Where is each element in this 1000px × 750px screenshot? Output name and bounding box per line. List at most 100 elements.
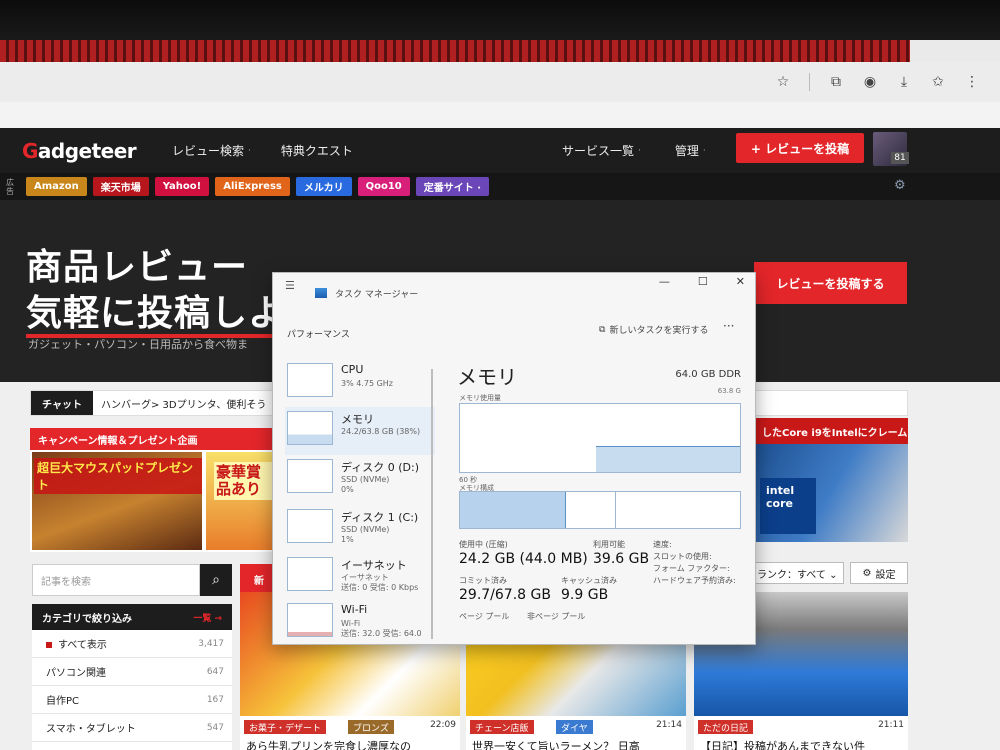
tab-new[interactable]: 新 bbox=[240, 564, 276, 594]
memory-composition-graph bbox=[459, 491, 741, 529]
post-review-button[interactable]: + レビューを投稿 bbox=[736, 133, 864, 163]
perf-item-wifi[interactable]: Wi-Fi Wi-Fi 送信: 32.0 受信: 64.0 bbox=[285, 599, 435, 647]
memory-thumbnail-graph bbox=[287, 411, 333, 445]
run-new-task-button[interactable]: ⧉ 新しいタスクを実行する bbox=[599, 323, 708, 337]
ad-chip-aliexpress[interactable]: AliExpress bbox=[215, 177, 290, 196]
perf-item-disk1[interactable]: ディスク 1 (C:) SSD (NVMe) 1% bbox=[285, 505, 435, 553]
menu-icon[interactable]: ⋮ bbox=[964, 74, 980, 90]
campaign-panel: キャンペーン情報＆プレゼント企画 超巨大マウスパッドプレゼント 豪華賞品あり bbox=[30, 428, 274, 552]
memory-usage-graph bbox=[459, 403, 741, 473]
ad-chip-mercari[interactable]: メルカリ bbox=[295, 177, 352, 196]
campaign-heading[interactable]: キャンペーン情報＆プレゼント企画 bbox=[30, 428, 274, 450]
star-icon[interactable]: ☆ bbox=[775, 74, 791, 90]
category-item[interactable]: パソコン関連 647 bbox=[32, 658, 232, 686]
toolbar-divider bbox=[809, 73, 810, 91]
article-search-input[interactable]: 記事を検索 bbox=[32, 564, 200, 596]
disk0-thumbnail-graph bbox=[287, 459, 333, 493]
site-logo[interactable]: Gadgeteer bbox=[22, 139, 142, 163]
cpu-thumbnail-graph bbox=[287, 363, 333, 397]
ad-label: 広告 bbox=[6, 177, 14, 196]
task-manager-window: ☰ タスク マネージャー — ☐ ✕ パフォーマンス ⧉ 新しいタスクを実行する … bbox=[272, 272, 756, 645]
chat-message[interactable]: ハンバーグ> 3Dプリンタ、便利そう bbox=[93, 396, 266, 411]
perf-item-memory[interactable]: メモリ 24.2/63.8 GB (38%) bbox=[285, 407, 435, 455]
featured-article-image: intel core bbox=[752, 444, 908, 542]
category-all-link[interactable]: 一覧 → bbox=[193, 611, 222, 624]
memory-usage-fill bbox=[596, 446, 740, 472]
cached-value: 9.9 GB bbox=[561, 587, 609, 603]
ad-chip-standard-sites[interactable]: 定番サイト · bbox=[415, 177, 490, 196]
article-title: あら牛乳プリンを完食し濃厚なの bbox=[246, 740, 411, 750]
rank-badge: ダイヤ bbox=[556, 720, 593, 734]
post-time: 21:14 bbox=[656, 720, 682, 730]
campaign-banner-mousepad[interactable]: 超巨大マウスパッドプレゼント bbox=[32, 452, 202, 550]
performance-list: CPU 3% 4.75 GHz メモリ 24.2/63.8 GB (38%) デ… bbox=[273, 359, 435, 647]
browser-tab-strip[interactable] bbox=[0, 40, 910, 62]
task-manager-app-icon bbox=[315, 288, 327, 298]
gear-icon: ⚙ bbox=[862, 567, 872, 579]
category-item[interactable]: スマホ・タブレット 547 bbox=[32, 714, 232, 742]
featured-article-card[interactable]: したCore i9をIntelにクレーム intel core bbox=[752, 418, 908, 542]
hero-post-review-button[interactable]: レビューを投稿する bbox=[754, 262, 907, 304]
perf-item-disk0[interactable]: ディスク 0 (D:) SSD (NVMe) 0% bbox=[285, 455, 435, 503]
hero-title-line1: 商品レビュー bbox=[26, 247, 249, 288]
ad-chip-qoo10[interactable]: Qoo10 bbox=[357, 177, 410, 196]
category-tag: ただの日記 bbox=[698, 720, 754, 734]
monitor-bezel bbox=[0, 0, 1000, 40]
category-tag: お菓子・デザート bbox=[244, 720, 327, 734]
notification-badge: 81 bbox=[891, 152, 909, 164]
hero-title-line2: 気軽に投稿しよ bbox=[26, 284, 286, 338]
in-use-value: 24.2 GB (44.0 MB) bbox=[459, 551, 588, 567]
more-options-icon[interactable]: ··· bbox=[723, 319, 734, 333]
category-tag: チェーン店飯 bbox=[470, 720, 534, 734]
window-title: タスク マネージャー bbox=[335, 290, 419, 300]
download-icon[interactable]: ⤓ bbox=[896, 74, 912, 90]
nav-services[interactable]: サービス一覧 · bbox=[562, 142, 641, 159]
category-heading: カテゴリで絞り込み 一覧 → bbox=[32, 604, 232, 630]
in-use-label: 使用中 (圧縮) bbox=[459, 540, 508, 549]
close-button[interactable]: ✕ bbox=[736, 275, 745, 288]
ethernet-thumbnail-graph bbox=[287, 557, 333, 591]
perf-item-ethernet[interactable]: イーサネット イーサネット 送信: 0 受信: 0 Kbps bbox=[285, 553, 435, 601]
form-factor-label: フォーム ファクター: bbox=[653, 564, 730, 573]
category-item[interactable]: 自作PC 167 bbox=[32, 686, 232, 714]
category-item[interactable]: すべて表示 3,417 bbox=[32, 630, 232, 658]
composition-in-use bbox=[460, 492, 566, 528]
extension-icon[interactable]: ⧉ bbox=[828, 74, 844, 90]
ad-bar: 広告 Amazon 楽天市場 Yahoo! AliExpress メルカリ Qo… bbox=[0, 173, 1000, 200]
post-time: 22:09 bbox=[430, 720, 456, 730]
perf-item-cpu[interactable]: CPU 3% 4.75 GHz bbox=[285, 359, 435, 407]
ad-chip-yahoo[interactable]: Yahoo! bbox=[154, 177, 210, 196]
pane-divider[interactable] bbox=[431, 369, 433, 639]
paged-pool-label: ページ プール bbox=[459, 612, 510, 621]
campaign-banner-prizes[interactable]: 豪華賞品あり bbox=[206, 452, 274, 550]
cached-label: キャッシュ済み bbox=[561, 576, 617, 585]
site-header: Gadgeteer レビュー検索 · 特典クエスト サービス一覧 · 管理 · + レ… bbox=[0, 128, 1000, 173]
ad-chip-rakuten[interactable]: 楽天市場 bbox=[92, 177, 149, 196]
available-label: 利用可能 bbox=[593, 540, 625, 549]
bullet-icon bbox=[46, 642, 52, 648]
featured-article-title: したCore i9をIntelにクレーム bbox=[752, 418, 908, 444]
intel-core-box: intel core bbox=[760, 478, 816, 534]
browser-toolbar: ☆ ⧉ ◉ ⤓ ✩ ⋮ bbox=[0, 62, 1000, 102]
ad-chip-amazon[interactable]: Amazon bbox=[26, 177, 87, 196]
minimize-button[interactable]: — bbox=[659, 275, 670, 288]
wifi-thumbnail-graph bbox=[287, 603, 333, 637]
feed-settings-button[interactable]: ⚙ 設定 bbox=[850, 562, 908, 584]
account-icon[interactable]: ◉ bbox=[862, 74, 878, 90]
nav-bonus-quest[interactable]: 特典クエスト bbox=[281, 142, 353, 159]
category-panel: カテゴリで絞り込み 一覧 → すべて表示 3,417 パソコン関連 647 自作PC… bbox=[32, 604, 232, 750]
hamburger-menu-icon[interactable]: ☰ bbox=[285, 279, 295, 292]
maximize-button[interactable]: ☐ bbox=[698, 275, 708, 288]
usage-graph-label: メモリ使用量 bbox=[459, 394, 501, 402]
nav-review-search[interactable]: レビュー検索 · bbox=[172, 142, 251, 159]
bookmark-icon[interactable]: ✩ bbox=[930, 74, 946, 90]
search-icon[interactable]: ⌕ bbox=[200, 564, 232, 596]
article-title: 【日記】投稿があんまできない件 bbox=[700, 740, 865, 750]
section-title: パフォーマンス bbox=[287, 330, 350, 340]
rank-filter-select[interactable]: ランク：すべて ⌄ bbox=[752, 562, 844, 584]
gear-icon[interactable]: ⚙ bbox=[894, 178, 906, 193]
article-title: 世界一安くて旨いラーメン？ 日高 bbox=[472, 740, 640, 750]
nonpaged-pool-label: 非ページ プール bbox=[527, 612, 586, 621]
nav-admin[interactable]: 管理 · bbox=[675, 142, 706, 159]
memory-capacity: 64.0 GB DDR bbox=[675, 369, 741, 380]
